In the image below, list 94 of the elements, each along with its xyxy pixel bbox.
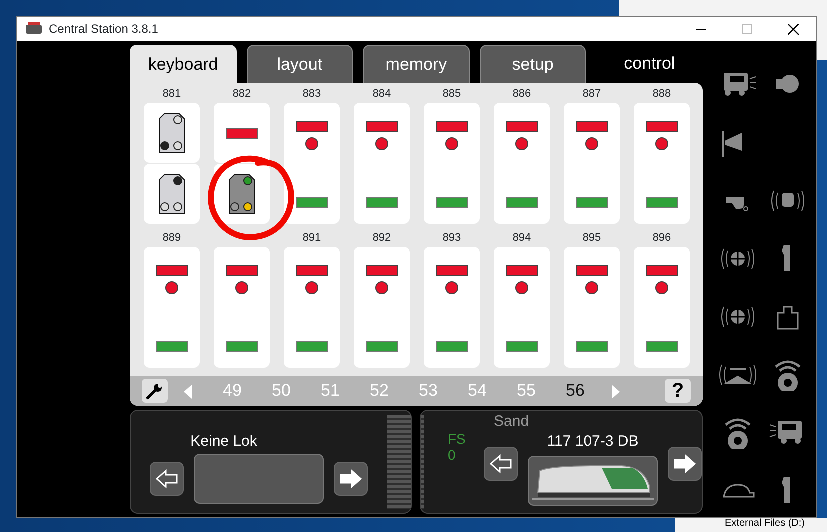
tab[interactable]: setup <box>480 45 586 83</box>
signal-lamp-icon <box>165 281 179 295</box>
go-bar-icon <box>576 341 608 352</box>
key-number: 894 <box>512 231 532 246</box>
stop-bar-icon <box>226 128 258 138</box>
go-bar-icon <box>506 341 538 352</box>
signal-lamp-icon <box>305 281 319 295</box>
stop-bar-icon <box>296 121 328 132</box>
signal-lamp-icon <box>655 137 669 151</box>
go-bar-icon <box>296 197 328 208</box>
tab[interactable]: control <box>596 45 703 83</box>
signal-lamp-icon <box>515 281 529 295</box>
stop-bar-icon <box>366 265 398 276</box>
stop-bar-icon <box>226 265 258 276</box>
key-number: 895 <box>582 231 602 246</box>
key-button[interactable] <box>214 164 270 224</box>
arrow-right-icon <box>673 454 697 474</box>
key-number: 885 <box>442 87 462 102</box>
stop-bar-icon <box>436 121 468 132</box>
go-bar-icon <box>576 197 608 208</box>
go-bar-icon <box>296 341 328 352</box>
app-icon <box>25 22 43 36</box>
stop-bar-icon <box>506 121 538 132</box>
stop-bar-icon <box>646 265 678 276</box>
speed-step-label: FS <box>448 431 467 447</box>
signal-lamp-icon <box>655 281 669 295</box>
signal-lamp-icon <box>375 281 389 295</box>
key-number: 886 <box>512 87 532 102</box>
go-bar-icon <box>366 341 398 352</box>
go-bar-icon <box>646 197 678 208</box>
tab[interactable]: keyboard <box>130 45 237 83</box>
loco-name: 117 107-3 DB <box>547 432 639 452</box>
stop-bar-icon <box>366 121 398 132</box>
stop-bar-icon <box>296 265 328 276</box>
tab[interactable]: memory <box>363 45 470 83</box>
maximize-icon <box>742 24 752 34</box>
signal-lamp-icon <box>375 137 389 151</box>
key-number: 882 <box>232 87 252 102</box>
speed-step-value: 0 <box>448 447 457 463</box>
settings-button[interactable] <box>142 379 168 403</box>
key-number: 896 <box>652 231 672 246</box>
go-bar-icon <box>646 341 678 352</box>
loco-drawing[interactable] <box>528 456 658 506</box>
triangle-left-icon <box>184 384 192 399</box>
switch-plate-icon <box>159 174 185 214</box>
stop-bar-icon <box>576 121 608 132</box>
go-bar-icon <box>436 197 468 208</box>
stop-bar-icon <box>156 265 188 276</box>
tab[interactable]: layout <box>246 45 354 83</box>
loco-name: Keine Lok <box>190 432 258 452</box>
minimize-icon <box>696 28 706 30</box>
key-button[interactable] <box>144 103 200 163</box>
signal-lamp-icon <box>445 281 459 295</box>
arrow-left-icon <box>489 454 513 474</box>
stop-bar-icon <box>506 265 538 276</box>
go-bar-icon <box>226 341 258 352</box>
window-title: Central Station 3.8.1 <box>49 21 158 38</box>
key-button[interactable] <box>144 164 200 224</box>
key-number: 881 <box>162 87 182 102</box>
triangle-right-icon <box>610 384 620 399</box>
go-bar-icon <box>366 197 398 208</box>
forward-button[interactable] <box>334 462 368 496</box>
signal-lamp-icon <box>585 137 599 151</box>
key-number: 893 <box>442 231 462 246</box>
signal-lamp-icon <box>235 281 249 295</box>
signal-lamp-icon <box>445 137 459 151</box>
stop-bar-icon <box>576 265 608 276</box>
stop-bar-icon <box>646 121 678 132</box>
go-bar-icon <box>436 341 468 352</box>
switch-plate-icon <box>159 113 185 153</box>
go-bar-icon <box>156 341 188 352</box>
function-label: Sand <box>494 413 530 431</box>
signal-lamp-icon <box>305 137 319 151</box>
key-number: 892 <box>372 231 392 246</box>
key-number: 888 <box>652 87 672 102</box>
key-number: 887 <box>582 87 602 102</box>
reverse-button[interactable] <box>150 462 184 496</box>
go-bar-icon <box>506 197 538 208</box>
signal-lamp-icon <box>585 281 599 295</box>
close-icon <box>788 24 798 34</box>
signal-icon <box>229 174 255 214</box>
page-button[interactable]: 56 <box>551 378 600 404</box>
key-number: 883 <box>302 87 322 102</box>
key-number: 889 <box>162 231 182 246</box>
drive-label: External Files (D:) <box>675 518 827 532</box>
signal-lamp-icon <box>515 137 529 151</box>
arrow-left-icon <box>155 468 179 488</box>
help-button[interactable]: ? <box>665 379 691 403</box>
arrow-right-icon <box>339 468 363 488</box>
reverse-button[interactable] <box>484 447 518 482</box>
key-number: 884 <box>372 87 392 102</box>
stop-bar-icon <box>436 265 468 276</box>
key-number: 891 <box>302 231 322 246</box>
forward-button[interactable] <box>668 447 702 482</box>
